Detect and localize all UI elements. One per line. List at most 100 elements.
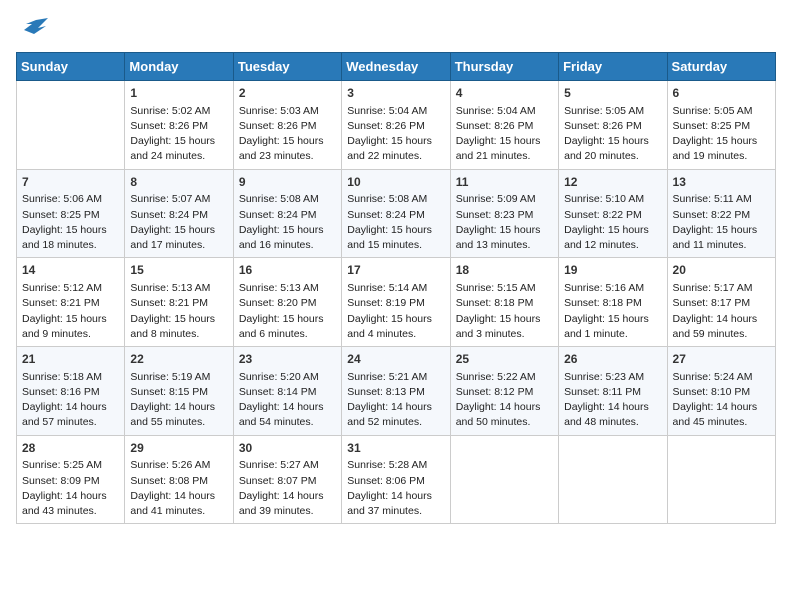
calendar-cell: 16Sunrise: 5:13 AM Sunset: 8:20 PM Dayli… — [233, 258, 341, 347]
day-number: 4 — [456, 85, 553, 102]
day-number: 18 — [456, 262, 553, 279]
header-wednesday: Wednesday — [342, 53, 450, 81]
header-tuesday: Tuesday — [233, 53, 341, 81]
calendar-week-1: 1 Sunrise: 5:02 AM Sunset: 8:26 PM Daylig… — [17, 81, 776, 170]
calendar-cell: 25 Sunrise: 5:22 AM Sunset: 8:12 PM Dayli… — [450, 347, 558, 436]
day-info: Sunrise: 5:15 AM Sunset: 8:18 PM Dayligh… — [456, 281, 553, 342]
day-info: Sunrise: 5:02 AM Sunset: 8:26 PM Dayligh… — [130, 104, 227, 165]
day-number: 1 — [130, 85, 227, 102]
day-number: 22 — [130, 351, 227, 368]
calendar-cell: 27Sunrise: 5:24 AM Sunset: 8:10 PM Dayli… — [667, 347, 775, 436]
header-saturday: Saturday — [667, 53, 775, 81]
day-info: Sunrise: 5:17 AM Sunset: 8:17 PM Dayligh… — [673, 281, 770, 342]
day-info: Sunrise: 5:28 AM Sunset: 8:06 PM Dayligh… — [347, 458, 444, 519]
day-number: 21 — [22, 351, 119, 368]
day-number: 30 — [239, 440, 336, 457]
calendar-cell: 2 Sunrise: 5:03 AM Sunset: 8:26 PM Daylig… — [233, 81, 341, 170]
calendar-cell — [559, 435, 667, 524]
day-number: 7 — [22, 174, 119, 191]
day-number: 16 — [239, 262, 336, 279]
day-info: Sunrise: 5:09 AM Sunset: 8:23 PM Dayligh… — [456, 192, 553, 253]
calendar-header-row: SundayMondayTuesdayWednesdayThursdayFrid… — [17, 53, 776, 81]
calendar-cell: 13Sunrise: 5:11 AM Sunset: 8:22 PM Dayli… — [667, 169, 775, 258]
calendar-cell: 30Sunrise: 5:27 AM Sunset: 8:07 PM Dayli… — [233, 435, 341, 524]
calendar-cell: 9Sunrise: 5:08 AM Sunset: 8:24 PM Daylig… — [233, 169, 341, 258]
day-info: Sunrise: 5:04 AM Sunset: 8:26 PM Dayligh… — [456, 104, 553, 165]
day-info: Sunrise: 5:08 AM Sunset: 8:24 PM Dayligh… — [347, 192, 444, 253]
logo — [16, 16, 52, 44]
calendar-table: SundayMondayTuesdayWednesdayThursdayFrid… — [16, 52, 776, 524]
day-number: 28 — [22, 440, 119, 457]
calendar-cell: 21Sunrise: 5:18 AM Sunset: 8:16 PM Dayli… — [17, 347, 125, 436]
day-info: Sunrise: 5:10 AM Sunset: 8:22 PM Dayligh… — [564, 192, 661, 253]
calendar-cell — [667, 435, 775, 524]
calendar-cell: 8Sunrise: 5:07 AM Sunset: 8:24 PM Daylig… — [125, 169, 233, 258]
calendar-cell: 10Sunrise: 5:08 AM Sunset: 8:24 PM Dayli… — [342, 169, 450, 258]
logo-icon — [16, 16, 48, 44]
day-number: 17 — [347, 262, 444, 279]
calendar-cell — [450, 435, 558, 524]
day-info: Sunrise: 5:25 AM Sunset: 8:09 PM Dayligh… — [22, 458, 119, 519]
day-info: Sunrise: 5:14 AM Sunset: 8:19 PM Dayligh… — [347, 281, 444, 342]
day-info: Sunrise: 5:04 AM Sunset: 8:26 PM Dayligh… — [347, 104, 444, 165]
day-number: 2 — [239, 85, 336, 102]
day-info: Sunrise: 5:27 AM Sunset: 8:07 PM Dayligh… — [239, 458, 336, 519]
calendar-cell: 15 Sunrise: 5:13 AM Sunset: 8:21 PM Dayli… — [125, 258, 233, 347]
day-info: Sunrise: 5:03 AM Sunset: 8:26 PM Dayligh… — [239, 104, 336, 165]
calendar-cell: 17 Sunrise: 5:14 AM Sunset: 8:19 PM Dayli… — [342, 258, 450, 347]
day-info: Sunrise: 5:24 AM Sunset: 8:10 PM Dayligh… — [673, 370, 770, 431]
day-number: 9 — [239, 174, 336, 191]
calendar-cell: 14Sunrise: 5:12 AM Sunset: 8:21 PM Dayli… — [17, 258, 125, 347]
calendar-cell: 20 Sunrise: 5:17 AM Sunset: 8:17 PM Dayli… — [667, 258, 775, 347]
day-number: 8 — [130, 174, 227, 191]
calendar-week-4: 21Sunrise: 5:18 AM Sunset: 8:16 PM Dayli… — [17, 347, 776, 436]
calendar-week-2: 7Sunrise: 5:06 AM Sunset: 8:25 PM Daylig… — [17, 169, 776, 258]
calendar-cell: 28Sunrise: 5:25 AM Sunset: 8:09 PM Dayli… — [17, 435, 125, 524]
day-number: 5 — [564, 85, 661, 102]
header-monday: Monday — [125, 53, 233, 81]
day-info: Sunrise: 5:13 AM Sunset: 8:21 PM Dayligh… — [130, 281, 227, 342]
day-number: 29 — [130, 440, 227, 457]
day-info: Sunrise: 5:05 AM Sunset: 8:26 PM Dayligh… — [564, 104, 661, 165]
day-number: 20 — [673, 262, 770, 279]
day-number: 23 — [239, 351, 336, 368]
header-friday: Friday — [559, 53, 667, 81]
calendar-cell: 12Sunrise: 5:10 AM Sunset: 8:22 PM Dayli… — [559, 169, 667, 258]
day-number: 6 — [673, 85, 770, 102]
day-info: Sunrise: 5:16 AM Sunset: 8:18 PM Dayligh… — [564, 281, 661, 342]
day-info: Sunrise: 5:08 AM Sunset: 8:24 PM Dayligh… — [239, 192, 336, 253]
calendar-cell: 5 Sunrise: 5:05 AM Sunset: 8:26 PM Daylig… — [559, 81, 667, 170]
day-number: 13 — [673, 174, 770, 191]
day-number: 12 — [564, 174, 661, 191]
calendar-cell: 26Sunrise: 5:23 AM Sunset: 8:11 PM Dayli… — [559, 347, 667, 436]
calendar-week-3: 14Sunrise: 5:12 AM Sunset: 8:21 PM Dayli… — [17, 258, 776, 347]
calendar-cell: 23 Sunrise: 5:20 AM Sunset: 8:14 PM Dayli… — [233, 347, 341, 436]
day-info: Sunrise: 5:22 AM Sunset: 8:12 PM Dayligh… — [456, 370, 553, 431]
calendar-week-5: 28Sunrise: 5:25 AM Sunset: 8:09 PM Dayli… — [17, 435, 776, 524]
day-number: 25 — [456, 351, 553, 368]
day-info: Sunrise: 5:20 AM Sunset: 8:14 PM Dayligh… — [239, 370, 336, 431]
day-number: 19 — [564, 262, 661, 279]
calendar-cell: 4 Sunrise: 5:04 AM Sunset: 8:26 PM Daylig… — [450, 81, 558, 170]
calendar-cell — [17, 81, 125, 170]
calendar-cell: 6 Sunrise: 5:05 AM Sunset: 8:25 PM Daylig… — [667, 81, 775, 170]
calendar-cell: 7Sunrise: 5:06 AM Sunset: 8:25 PM Daylig… — [17, 169, 125, 258]
day-number: 3 — [347, 85, 444, 102]
day-number: 14 — [22, 262, 119, 279]
page-header — [16, 16, 776, 44]
day-info: Sunrise: 5:06 AM Sunset: 8:25 PM Dayligh… — [22, 192, 119, 253]
calendar-cell: 22Sunrise: 5:19 AM Sunset: 8:15 PM Dayli… — [125, 347, 233, 436]
calendar-cell: 24Sunrise: 5:21 AM Sunset: 8:13 PM Dayli… — [342, 347, 450, 436]
day-info: Sunrise: 5:05 AM Sunset: 8:25 PM Dayligh… — [673, 104, 770, 165]
calendar-cell: 31Sunrise: 5:28 AM Sunset: 8:06 PM Dayli… — [342, 435, 450, 524]
header-sunday: Sunday — [17, 53, 125, 81]
day-info: Sunrise: 5:07 AM Sunset: 8:24 PM Dayligh… — [130, 192, 227, 253]
calendar-cell: 29Sunrise: 5:26 AM Sunset: 8:08 PM Dayli… — [125, 435, 233, 524]
day-info: Sunrise: 5:26 AM Sunset: 8:08 PM Dayligh… — [130, 458, 227, 519]
day-number: 26 — [564, 351, 661, 368]
day-number: 24 — [347, 351, 444, 368]
calendar-cell: 11Sunrise: 5:09 AM Sunset: 8:23 PM Dayli… — [450, 169, 558, 258]
day-number: 10 — [347, 174, 444, 191]
day-number: 15 — [130, 262, 227, 279]
calendar-cell: 18 Sunrise: 5:15 AM Sunset: 8:18 PM Dayli… — [450, 258, 558, 347]
